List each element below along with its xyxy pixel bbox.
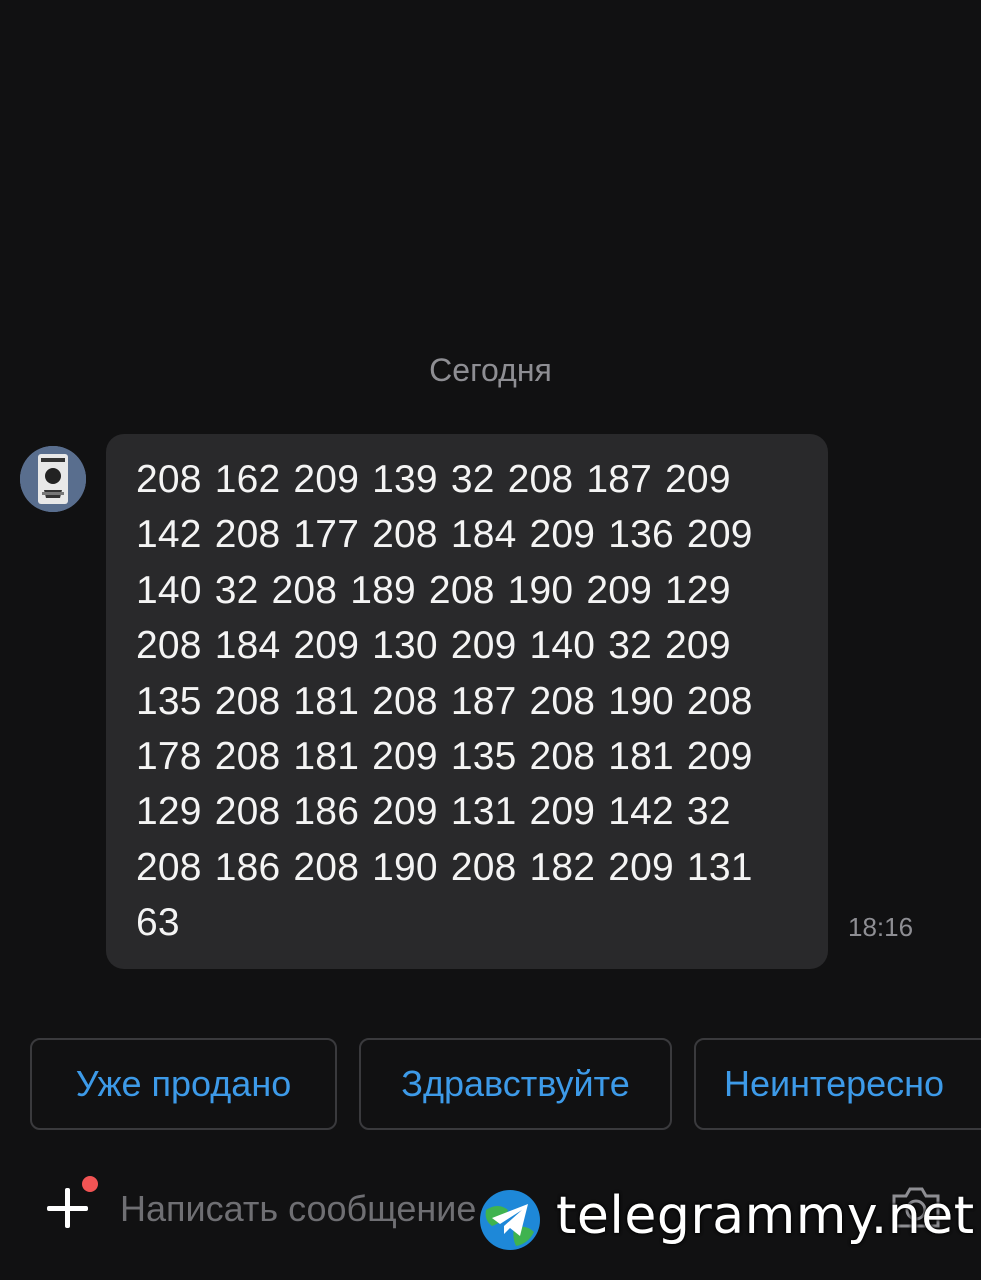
message-line: 208 162 209 139 32 208 187 209 xyxy=(136,458,731,501)
message-line: 208 184 209 130 209 140 32 209 xyxy=(136,624,731,668)
quick-reply-not-interested[interactable]: Неинтересно xyxy=(694,1038,981,1130)
avatar-image xyxy=(20,446,86,512)
message-line: 140 32 208 189 208 190 209 129 xyxy=(136,568,731,612)
sender-avatar[interactable] xyxy=(20,446,86,512)
message-line: 63 xyxy=(136,901,180,945)
message-line: 129 208 186 209 131 209 142 32 xyxy=(136,790,731,834)
telegram-globe-icon xyxy=(480,1190,540,1250)
message-line: 135 208 181 208 187 208 190 208 xyxy=(136,679,753,723)
quick-reply-sold[interactable]: Уже продано xyxy=(30,1038,337,1130)
watermark: telegrammy.net xyxy=(478,1184,978,1254)
quick-replies: Уже продано Здравствуйте Неинтересно xyxy=(0,1038,981,1134)
message-line: 142 208 177 208 184 209 136 209 xyxy=(136,513,753,557)
message-input[interactable]: Написать сообщение xyxy=(120,1188,500,1234)
notification-dot xyxy=(82,1176,98,1192)
date-separator: Сегодня xyxy=(429,352,552,388)
message-line: 178 208 181 209 135 208 181 209 xyxy=(136,735,753,779)
quick-reply-hello[interactable]: Здравствуйте xyxy=(359,1038,672,1130)
message-text: 208 162 209 139 32 208 187 209 142 208 1… xyxy=(136,452,808,951)
message-bubble[interactable]: 208 162 209 139 32 208 187 209 142 208 1… xyxy=(106,434,828,969)
watermark-text: telegrammy.net xyxy=(556,1186,975,1246)
message-time: 18:16 xyxy=(848,912,914,942)
message-line: 208 186 208 190 208 182 209 131 xyxy=(136,845,753,889)
